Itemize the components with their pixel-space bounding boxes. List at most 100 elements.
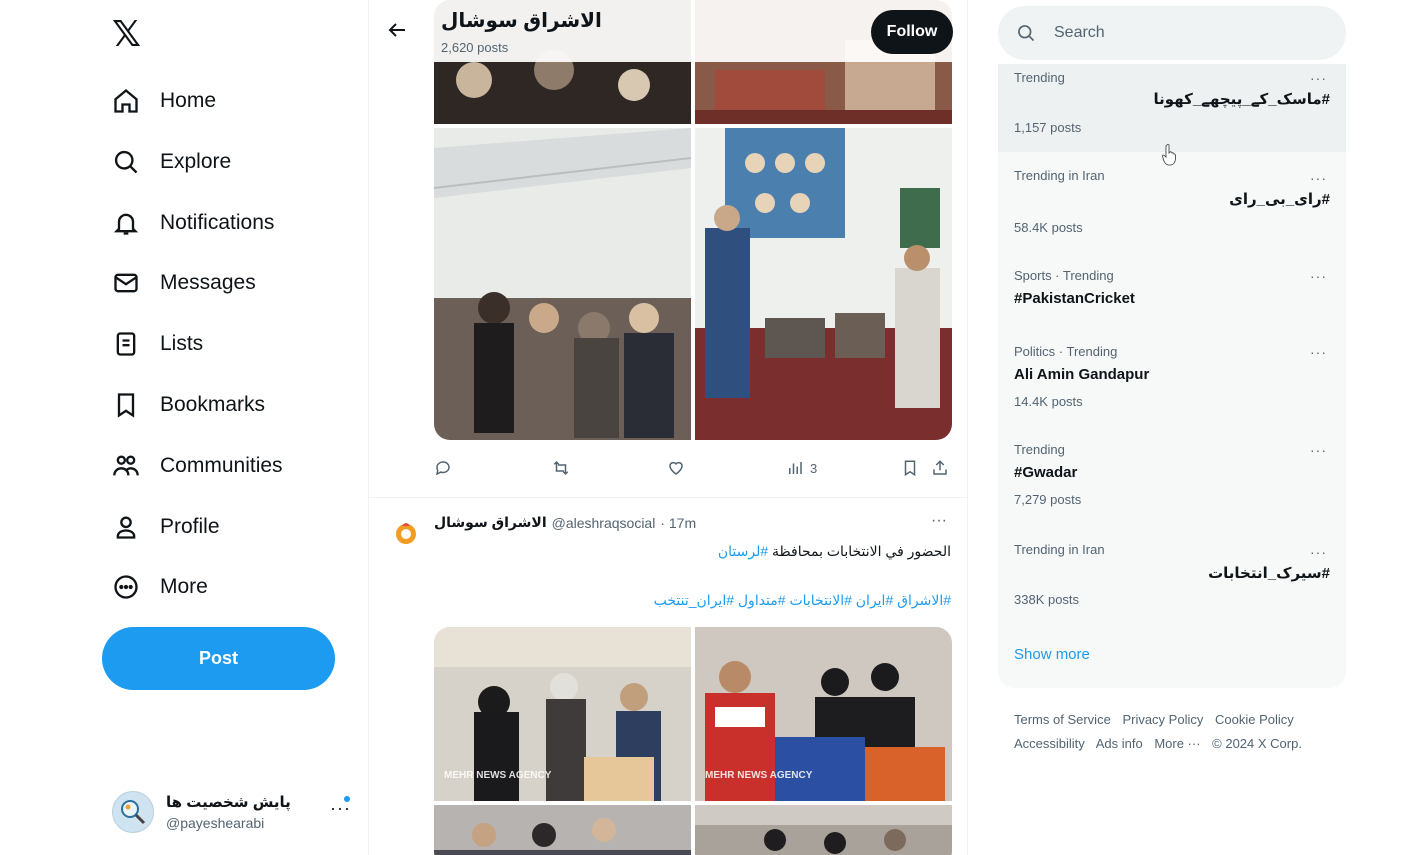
tweet-text-body: الحضور في الانتخابات بمحافظة	[772, 543, 951, 559]
nav-item-notifications[interactable]: Notifications	[112, 201, 274, 245]
x-logo-icon[interactable]: 𝕏	[112, 14, 146, 54]
show-more-link[interactable]: Show more	[1014, 646, 1090, 663]
terms-link[interactable]: Terms of Service	[1014, 712, 1111, 727]
accessibility-link[interactable]: Accessibility	[1014, 736, 1085, 751]
nav-label-communities: Communities	[160, 454, 283, 477]
hashtag-list[interactable]: #الاشراق #ایران #الانتخابات #متداول #ایر…	[451, 592, 951, 609]
author-handle[interactable]: @aleshraqsocial	[552, 515, 656, 531]
room-meeting-photo	[695, 128, 952, 440]
magnifier-avatar-icon	[121, 800, 146, 825]
trend-meta: Trending in Iran	[1014, 168, 1105, 183]
trend-more-icon[interactable]: ···	[1310, 268, 1327, 284]
trend-posts: 14.4K posts	[1014, 394, 1083, 409]
tweet-actions: 3	[434, 454, 954, 482]
more-circle-icon	[114, 575, 138, 599]
trend-posts: 58.4K posts	[1014, 220, 1083, 235]
media-photo[interactable]: MEHR NEWS AGENCY	[434, 627, 691, 801]
bell-icon	[113, 213, 139, 235]
account-display-name: پایش شخصیت ها	[166, 794, 291, 811]
share-button[interactable]	[931, 454, 949, 482]
nav-label-messages: Messages	[160, 271, 256, 294]
views-button[interactable]: 3	[786, 454, 817, 482]
trend-more-icon[interactable]: ···	[1310, 544, 1327, 560]
trend-more-icon[interactable]: ···	[1310, 344, 1327, 360]
media-photo[interactable]	[695, 805, 952, 855]
search-input[interactable]	[1054, 24, 1324, 42]
heart-icon	[669, 461, 683, 475]
nav-item-explore[interactable]: Explore	[112, 140, 231, 184]
nav-label-lists: Lists	[160, 332, 204, 355]
tweet-media-grid[interactable]	[434, 0, 952, 440]
watermark: MEHR NEWS AGENCY	[444, 770, 552, 781]
footer-links: Terms of Service Privacy Policy Cookie P…	[1014, 708, 1334, 756]
privacy-link[interactable]: Privacy Policy	[1122, 712, 1203, 727]
copyright: © 2024 X Corp.	[1212, 736, 1302, 751]
trend-item[interactable]: Politics · Trending ··· Ali Amin Gandapu…	[998, 340, 1346, 416]
home-icon	[114, 88, 138, 113]
post-button[interactable]: Post	[102, 627, 335, 690]
tweet-time[interactable]: · 17m	[660, 515, 696, 531]
follow-button[interactable]: Follow	[871, 10, 953, 54]
trend-more-icon[interactable]: ···	[1310, 442, 1327, 458]
trend-name: #Gwadar	[1014, 464, 1078, 481]
views-chart-icon	[789, 462, 802, 474]
repost-button[interactable]	[552, 454, 570, 482]
trend-more-icon[interactable]: ···	[1310, 170, 1327, 186]
trend-meta: Trending in Iran	[1014, 542, 1105, 557]
trend-name: Ali Amin Gandapur	[1014, 366, 1150, 383]
like-button[interactable]	[667, 454, 685, 482]
nav-label-more: More	[160, 575, 208, 598]
back-arrow-icon[interactable]	[385, 18, 409, 42]
nav-label-bookmarks: Bookmarks	[160, 393, 266, 416]
trend-item[interactable]: Trending ··· #Gwadar 7,279 posts	[998, 438, 1346, 514]
tweet-more-icon[interactable]: ···	[931, 512, 947, 530]
media-photo[interactable]	[695, 128, 952, 440]
nav-label-notifications: Notifications	[160, 211, 275, 234]
nav-item-bookmarks[interactable]: Bookmarks	[112, 383, 265, 427]
mail-icon	[114, 273, 138, 293]
reply-button[interactable]	[434, 454, 452, 482]
media-photo[interactable]	[434, 128, 691, 440]
nav-item-lists[interactable]: Lists	[112, 322, 203, 366]
nav-item-communities[interactable]: Communities	[112, 444, 283, 488]
footer-more-link[interactable]: More ···	[1154, 736, 1200, 751]
media-photo[interactable]	[434, 805, 691, 855]
voting-hall-photo	[434, 128, 691, 440]
trend-name: #رای_بی_رای	[1229, 191, 1330, 208]
ads-info-link[interactable]: Ads info	[1096, 736, 1143, 751]
bookmark-icon	[904, 460, 916, 477]
notification-dot	[344, 796, 350, 802]
trend-name: #ماسک_کے_پیچھے_کھونا	[1153, 91, 1330, 108]
hand-cursor-icon	[1162, 144, 1176, 166]
nav-item-more[interactable]: More	[112, 565, 208, 609]
cookie-link[interactable]: Cookie Policy	[1215, 712, 1294, 727]
trend-meta: Trending	[1014, 70, 1065, 85]
trend-item[interactable]: Trending in Iran ··· #سیرک_انتخابات 338K…	[998, 538, 1346, 614]
tweet[interactable]: الاشراق سوشال @aleshraqsocial · 17m ··· …	[369, 497, 967, 855]
nav-label-profile: Profile	[160, 515, 220, 538]
trend-item[interactable]: Trending in Iran ··· #رای_بی_رای 58.4K p…	[998, 164, 1346, 240]
nav-item-messages[interactable]: Messages	[112, 261, 256, 305]
trend-more-icon[interactable]: ···	[1310, 70, 1327, 86]
nav-label-explore: Explore	[160, 150, 232, 173]
nav-item-profile[interactable]: Profile	[112, 505, 220, 549]
trend-item[interactable]: Trending ··· #ماسک_کے_پیچھے_کھونا 1,157 …	[998, 64, 1346, 152]
nav-item-home[interactable]: Home	[112, 79, 216, 123]
trend-item[interactable]: Sports · Trending ··· #PakistanCricket	[998, 264, 1346, 320]
bookmark-button[interactable]	[901, 454, 919, 482]
tweet-text: الحضور في الانتخابات بمحافظة #لرستان	[451, 543, 951, 560]
hall-photo	[695, 805, 952, 855]
repost-icon	[553, 460, 569, 476]
tweet-media-grid[interactable]: MEHR NEWS AGENCY MEHR NEWS AGENCY	[434, 627, 952, 855]
author-name[interactable]: الاشراق سوشال	[434, 514, 547, 531]
avatar	[112, 791, 154, 833]
profile-header: الاشراق سوشال 2,620 posts Follow	[369, 0, 967, 62]
people-icon	[113, 455, 139, 476]
media-photo[interactable]: MEHR NEWS AGENCY	[695, 627, 952, 801]
share-icon	[933, 460, 947, 475]
account-switcher[interactable]: پایش شخصیت ها @payeshearabi ···	[112, 786, 356, 838]
hashtag-link[interactable]: #لرستان	[718, 543, 768, 559]
account-handle: @payeshearabi	[166, 815, 265, 831]
avatar[interactable]	[393, 520, 419, 546]
search-box[interactable]	[998, 6, 1346, 60]
